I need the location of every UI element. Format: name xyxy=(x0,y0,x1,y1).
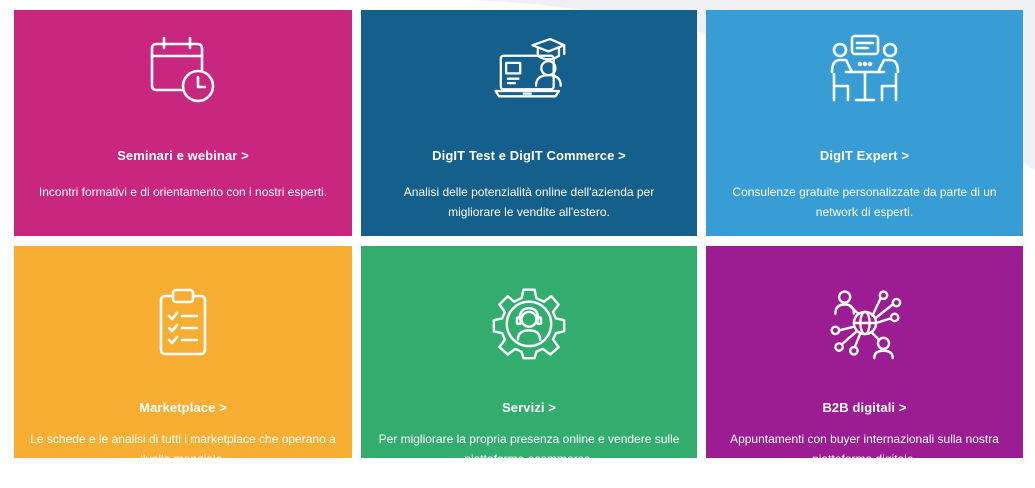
services-grid: Seminari e webinar > Incontri formativi … xyxy=(14,10,1023,466)
tile-digit-expert[interactable]: DigIT Expert > Consulenze gratuite perso… xyxy=(706,10,1023,236)
tile-title[interactable]: B2B digitali > xyxy=(822,400,906,415)
tile-description: Incontri formativi e di orientamento con… xyxy=(38,185,328,199)
tile-title[interactable]: DigIT Expert > xyxy=(820,148,909,163)
global-network-people-icon xyxy=(828,286,902,360)
laptop-graduation-icon xyxy=(492,32,566,106)
tile-b2b-digitali[interactable]: B2B digitali > Appuntamenti con buyer in… xyxy=(706,246,1023,466)
tile-description: Le schede e le analisi di tutti i market… xyxy=(30,432,336,466)
tile-title[interactable]: Seminari e webinar > xyxy=(117,148,249,163)
tile-title[interactable]: Marketplace > xyxy=(139,400,227,415)
tile-description: Analisi delle potenzialità online dell'a… xyxy=(403,185,655,219)
tile-description: Per migliorare la propria presenza onlin… xyxy=(378,432,680,466)
tile-title[interactable]: DigIT Test e DigIT Commerce > xyxy=(432,148,626,163)
consultation-meeting-icon xyxy=(828,32,902,106)
tile-title[interactable]: Servizi > xyxy=(502,400,556,415)
calendar-clock-icon xyxy=(146,32,220,106)
tile-marketplace[interactable]: Marketplace > Le schede e le analisi di … xyxy=(14,246,352,466)
gear-support-agent-icon xyxy=(492,286,566,360)
tile-digit-test-commerce[interactable]: DigIT Test e DigIT Commerce > Analisi de… xyxy=(361,10,697,236)
clipboard-checklist-icon xyxy=(146,286,220,360)
tile-description: Consulenze gratuite personalizzate da pa… xyxy=(732,185,997,219)
tile-servizi[interactable]: Servizi > Per migliorare la propria pres… xyxy=(361,246,697,466)
tile-seminari-webinar[interactable]: Seminari e webinar > Incontri formativi … xyxy=(14,10,352,236)
tile-description: Appuntamenti con buyer internazionali su… xyxy=(730,432,999,466)
